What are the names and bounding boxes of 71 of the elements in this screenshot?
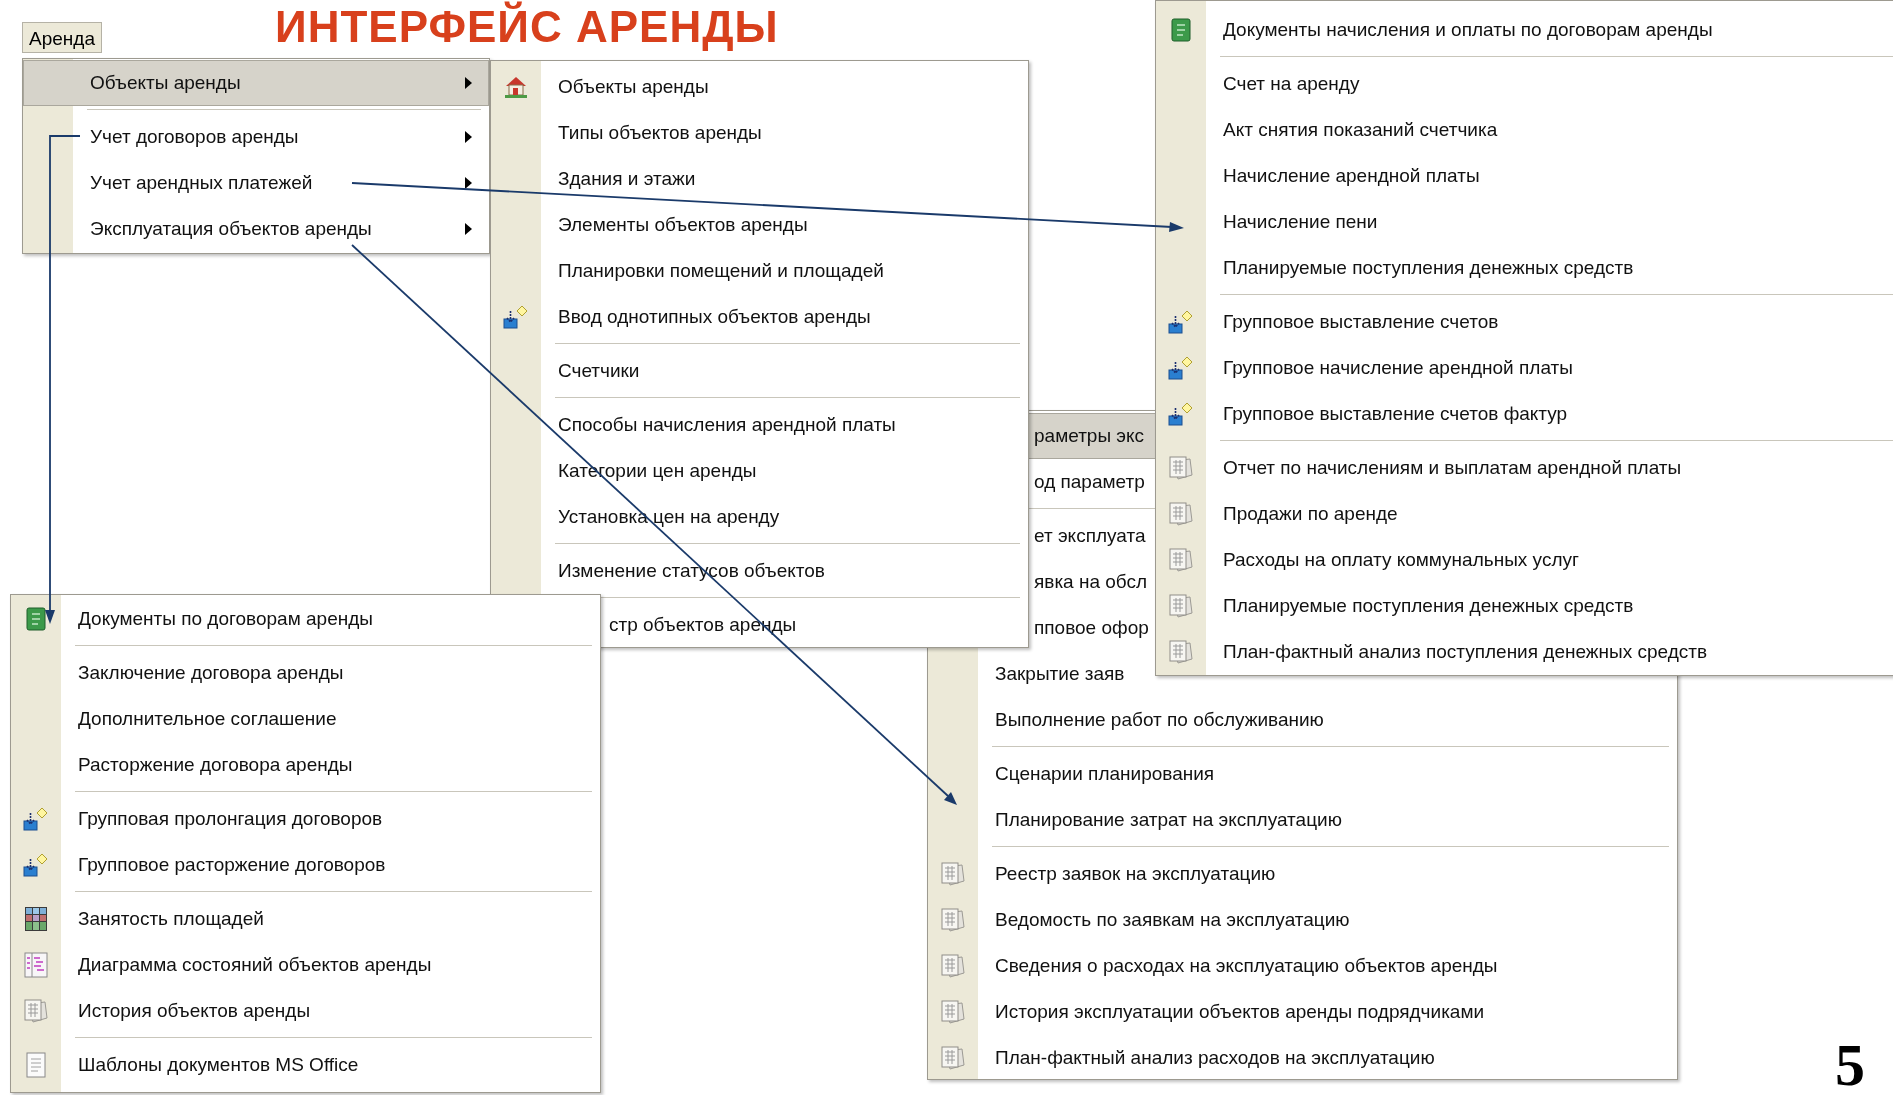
menu-item[interactable]: Учет договоров аренды (23, 114, 489, 160)
menu-item[interactable]: Расторжение договора аренды (11, 742, 600, 788)
menu-item[interactable]: Диаграмма состояний объектов аренды (11, 942, 600, 988)
report-icon (940, 999, 966, 1025)
menu-item[interactable]: Типы объектов аренды (491, 110, 1028, 156)
menu-item[interactable]: Шаблоны документов MS Office (11, 1042, 600, 1088)
slide-title: ИНТЕРФЕЙС АРЕНДЫ (275, 2, 779, 52)
report-icon (940, 1045, 966, 1071)
book-icon (25, 606, 47, 632)
menu-item[interactable]: Документы начисления и оплаты по договорам аренды (1156, 7, 1893, 53)
menu-item[interactable]: Ввод однотипных объектов аренды (491, 294, 1028, 340)
report-icon (940, 953, 966, 979)
tray-download-icon (1168, 310, 1194, 334)
menu-item[interactable]: Отчет по начислениям и выплатам арендной платы (1156, 445, 1893, 491)
menu-item[interactable]: Групповое расторжение договоров (11, 842, 600, 888)
menu-item[interactable]: Документы по договорам аренды (11, 596, 600, 642)
report-icon (1168, 639, 1194, 665)
menu-item[interactable]: Объекты аренды (23, 60, 489, 106)
menu-item[interactable]: Учет арендных платежей (23, 160, 489, 206)
menu-item[interactable]: Групповое начисление арендной платы (1156, 345, 1893, 391)
menu-item[interactable]: Заключение договора аренды (11, 650, 600, 696)
menu-item[interactable]: Сценарии планирования (928, 751, 1677, 797)
report-icon (1168, 547, 1194, 573)
menu-item[interactable]: Планировки помещений и площадей (491, 248, 1028, 294)
book-icon (1170, 17, 1192, 43)
menu-item[interactable]: Групповая пролонгация договоров (11, 796, 600, 842)
menu-item[interactable]: Счетчики (491, 348, 1028, 394)
tray-download-icon (23, 807, 49, 831)
menu-item[interactable]: История эксплуатации объектов аренды подрядчиками (928, 989, 1677, 1035)
report-icon (23, 998, 49, 1024)
menu-item[interactable]: Ведомость по заявкам на эксплуатацию (928, 897, 1677, 943)
menu-item[interactable]: Планируемые поступления денежных средств (1156, 583, 1893, 629)
diagram-icon (24, 952, 48, 978)
report-icon (1168, 501, 1194, 527)
tray-download-icon (503, 305, 529, 329)
menu-item[interactable]: Элементы объектов аренды (491, 202, 1028, 248)
menu-item[interactable]: История объектов аренды (11, 988, 600, 1034)
menu-item[interactable]: Групповое выставление счетов (1156, 299, 1893, 345)
house-icon (503, 75, 529, 99)
menu-item[interactable]: Счет на аренду (1156, 61, 1893, 107)
document-icon (25, 1052, 47, 1078)
menu-item[interactable]: Начисление пени (1156, 199, 1893, 245)
menu-item[interactable]: Способы начисления арендной платы (491, 402, 1028, 448)
menu-item[interactable]: Здания и этажи (491, 156, 1028, 202)
grid-icon (24, 906, 48, 932)
tray-download-icon (23, 853, 49, 877)
menu-item[interactable]: Продажи по аренде (1156, 491, 1893, 537)
menu-item[interactable]: Начисление арендной платы (1156, 153, 1893, 199)
menu-item[interactable]: Выполнение работ по обслуживанию (928, 697, 1677, 743)
menu-item[interactable]: Планирование затрат на эксплуатацию (928, 797, 1677, 843)
tray-download-icon (1168, 356, 1194, 380)
report-icon (940, 861, 966, 887)
menu-item[interactable]: План-фактный анализ поступления денежных средств (1156, 629, 1893, 675)
menu-item[interactable]: План-фактный анализ расходов на эксплуатацию (928, 1035, 1677, 1081)
menu-bar-item[interactable]: Аренда (22, 22, 102, 53)
menu-item[interactable]: Акт снятия показаний счетчика (1156, 107, 1893, 153)
menu-item[interactable]: Установка цен на аренду (491, 494, 1028, 540)
menu-item[interactable]: Сведения о расходах на эксплуатацию объектов аренды (928, 943, 1677, 989)
menu-item[interactable]: Расходы на оплату коммунальных услуг (1156, 537, 1893, 583)
menu-item[interactable]: Дополнительное соглашение (11, 696, 600, 742)
menu-item[interactable]: Реестр заявок на эксплуатацию (928, 851, 1677, 897)
report-icon (1168, 593, 1194, 619)
slide-number: 5 (1835, 1035, 1865, 1095)
report-icon (1168, 455, 1194, 481)
menu-item[interactable]: Эксплуатация объектов аренды (23, 206, 489, 252)
tray-download-icon (1168, 402, 1194, 426)
menu-item[interactable]: Планируемые поступления денежных средств (1156, 245, 1893, 291)
menu-item[interactable]: Объекты аренды (491, 64, 1028, 110)
menu-item[interactable]: Групповое выставление счетов фактур (1156, 391, 1893, 437)
report-icon (940, 907, 966, 933)
menu-item[interactable]: Занятость площадей (11, 896, 600, 942)
